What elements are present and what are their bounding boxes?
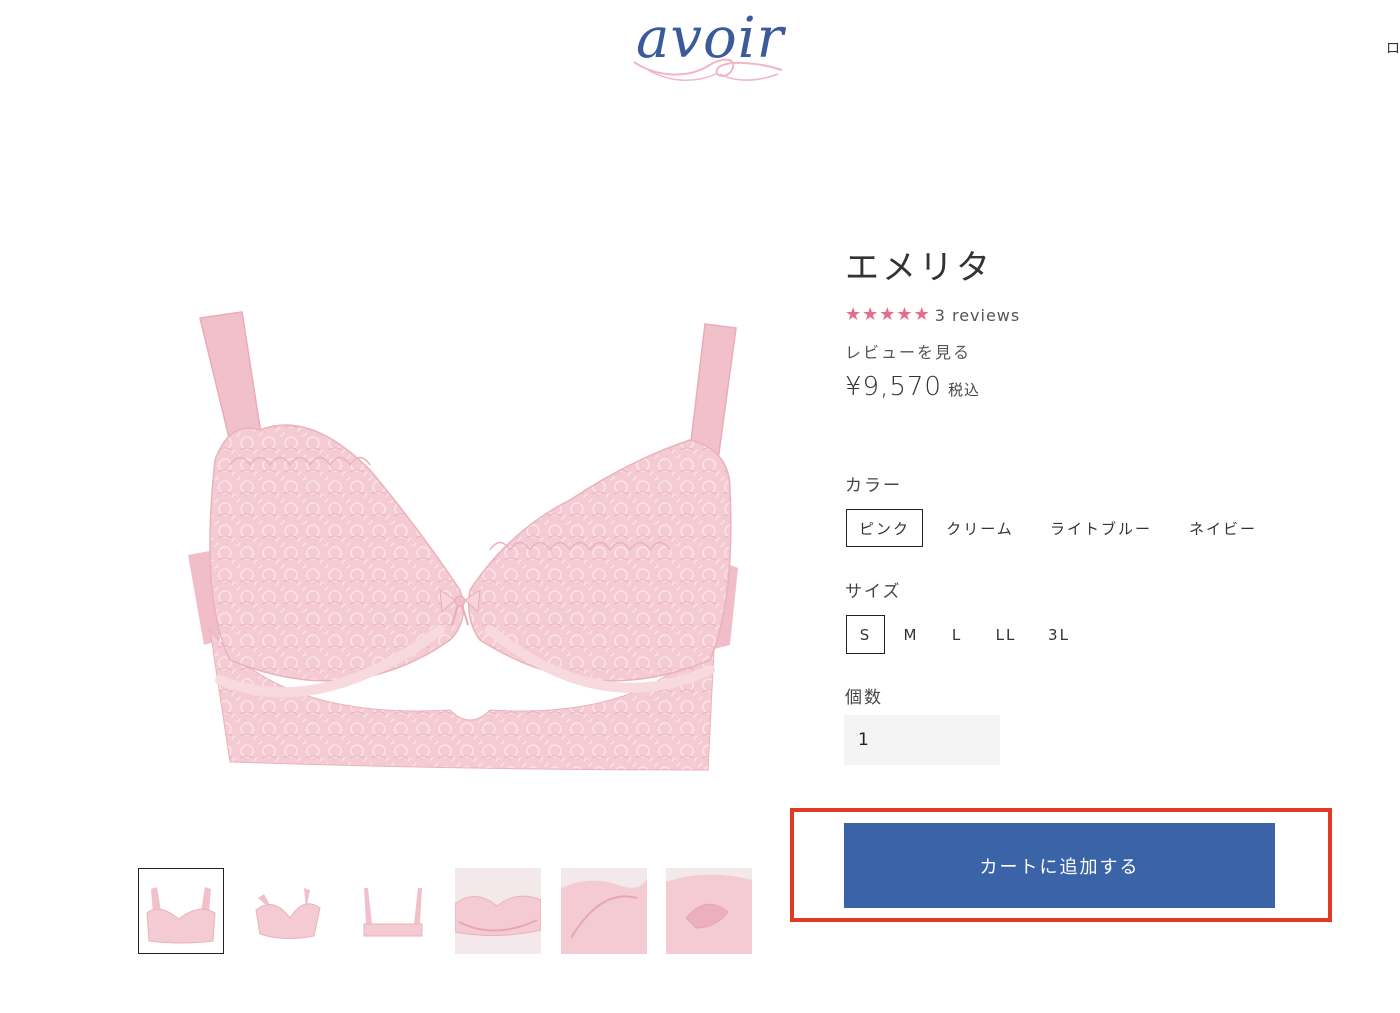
star-rating: ★ ★ ★ ★ ★ <box>845 304 930 326</box>
size-label: サイズ <box>845 582 902 602</box>
thumbnail-3[interactable] <box>350 868 436 954</box>
brand-logo[interactable]: avoir <box>628 4 788 88</box>
see-reviews-link[interactable]: レビューを見る <box>845 339 971 363</box>
color-options: ピンク クリーム ライトブルー ネイビー <box>846 509 1271 547</box>
color-option-navy[interactable]: ネイビー <box>1175 509 1271 547</box>
star-icon: ★ <box>879 304 896 325</box>
quantity-input[interactable]: 1 <box>844 715 1000 765</box>
size-option-ll[interactable]: LL <box>983 615 1029 654</box>
bra-illustration <box>188 311 738 771</box>
thumbnail-2[interactable] <box>244 868 330 954</box>
header-edge-icon[interactable]: ロ <box>1386 38 1400 58</box>
product-title: エメリタ <box>845 248 993 288</box>
tax-label: 税込 <box>947 381 980 399</box>
thumbnail-4[interactable] <box>455 868 541 954</box>
size-option-m[interactable]: M <box>891 615 931 654</box>
thumbnail-front-image <box>146 887 216 944</box>
color-option-light-blue[interactable]: ライトブルー <box>1041 509 1161 547</box>
color-option-pink[interactable]: ピンク <box>846 509 923 547</box>
size-option-l[interactable]: L <box>937 615 977 654</box>
thumbnail-back-image <box>363 888 423 937</box>
thumbnail-6[interactable] <box>666 868 752 954</box>
star-icon: ★ <box>896 304 913 325</box>
quantity-label: 個数 <box>845 688 883 708</box>
size-option-s[interactable]: S <box>846 615 885 654</box>
color-option-cream[interactable]: クリーム <box>931 509 1029 547</box>
reviews-count: 3 reviews <box>934 305 1021 325</box>
star-icon: ★ <box>913 304 930 325</box>
thumbnail-detail-image-1 <box>455 895 541 937</box>
product-main-image[interactable] <box>170 300 760 780</box>
price-value: ¥9,570 <box>845 372 942 402</box>
thumbnail-1[interactable] <box>138 868 224 954</box>
product-price: ¥9,570 税込 <box>845 372 980 402</box>
logo-swirl <box>633 58 783 81</box>
star-icon: ★ <box>845 304 862 325</box>
color-label: カラー <box>845 476 902 496</box>
add-to-cart-button[interactable]: カートに追加する <box>844 823 1275 908</box>
thumbnail-detail-image-3 <box>666 874 752 954</box>
size-option-3l[interactable]: 3L <box>1035 615 1083 654</box>
size-options: S M L LL 3L <box>846 615 1083 654</box>
thumbnail-5[interactable] <box>561 868 647 954</box>
rating-summary[interactable]: ★ ★ ★ ★ ★ 3 reviews <box>845 304 1020 326</box>
star-icon: ★ <box>862 304 879 325</box>
thumbnail-side-image <box>255 888 321 940</box>
thumbnail-detail-image-2 <box>561 878 647 954</box>
